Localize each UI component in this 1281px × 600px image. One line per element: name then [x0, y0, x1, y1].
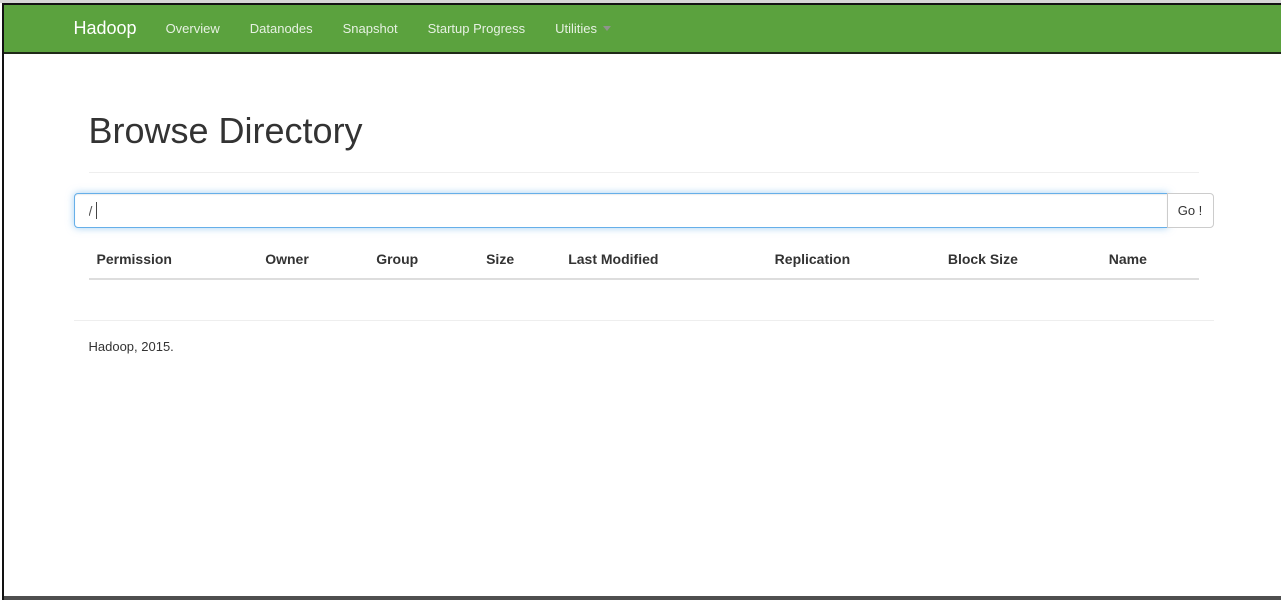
- nav-item-startup-progress[interactable]: Startup Progress: [413, 5, 541, 52]
- column-header-size: Size: [478, 242, 561, 280]
- column-header-replication: Replication: [766, 242, 940, 280]
- navbar-brand-hadoop[interactable]: Hadoop: [74, 5, 137, 52]
- nav-item-datanodes[interactable]: Datanodes: [235, 5, 328, 52]
- column-header-permission: Permission: [88, 242, 258, 280]
- file-table-head: Permission Owner Group Size Last Modifie…: [88, 242, 1199, 280]
- nav-item-utilities-label: Utilities: [555, 21, 598, 36]
- window-bottom-strip: [4, 596, 1281, 600]
- caret-down-icon: [603, 26, 612, 31]
- page-frame: Hadoop Overview Datanodes Snapshot Start…: [2, 3, 1281, 600]
- directory-path-input[interactable]: [73, 193, 1168, 228]
- nav-item-startup-progress-label: Startup Progress: [427, 21, 526, 36]
- empty-table-spacer: [89, 280, 1199, 320]
- navbar-menu: Overview Datanodes Snapshot Startup Prog…: [151, 5, 626, 52]
- column-header-owner: Owner: [257, 242, 369, 280]
- column-header-block-size: Block Size: [939, 242, 1101, 280]
- footer-row: Hadoop, 2015.: [74, 339, 1214, 354]
- nav-item-utilities-dropdown[interactable]: Utilities: [540, 5, 626, 52]
- nav-item-overview-label: Overview: [165, 21, 220, 36]
- file-table: Permission Owner Group Size Last Modifie…: [88, 242, 1199, 280]
- page-header: Browse Directory: [88, 110, 1199, 173]
- top-navbar: Hadoop Overview Datanodes Snapshot Start…: [4, 5, 1281, 54]
- go-button[interactable]: Go !: [1166, 193, 1214, 228]
- page-header-row: Browse Directory: [74, 110, 1214, 173]
- file-table-row: Permission Owner Group Size Last Modifie…: [74, 242, 1214, 320]
- file-table-header-row: Permission Owner Group Size Last Modifie…: [88, 242, 1199, 280]
- footer-text: Hadoop, 2015.: [88, 338, 174, 354]
- nav-item-snapshot[interactable]: Snapshot: [328, 5, 413, 52]
- nav-item-snapshot-label: Snapshot: [342, 21, 398, 36]
- footer-divider: [73, 319, 1214, 321]
- column-header-name: Name: [1100, 242, 1199, 280]
- main-container: Browse Directory Go ! Permission Owner G…: [59, 110, 1229, 354]
- navbar-inner: Hadoop Overview Datanodes Snapshot Start…: [59, 5, 1229, 52]
- directory-path-input-group: Go !: [73, 193, 1214, 228]
- nav-item-datanodes-label: Datanodes: [249, 21, 313, 36]
- page-title: Browse Directory: [88, 110, 363, 151]
- nav-item-overview[interactable]: Overview: [151, 5, 235, 52]
- column-header-last-modified: Last Modified: [560, 242, 767, 280]
- column-header-group: Group: [368, 242, 479, 280]
